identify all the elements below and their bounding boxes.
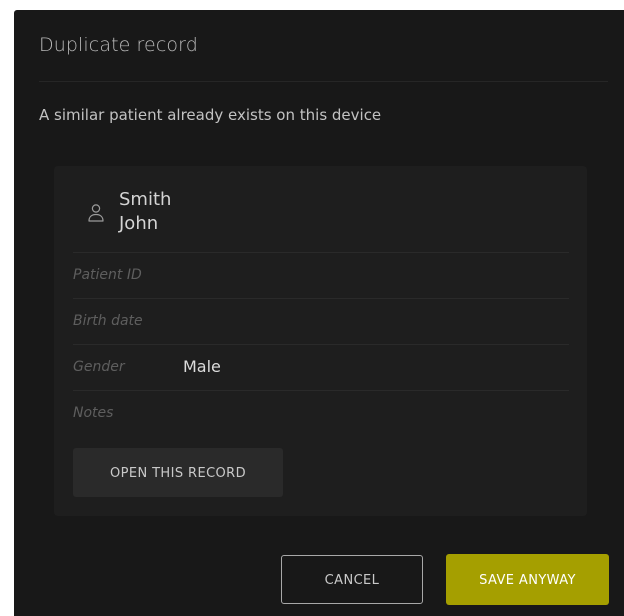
field-row-patient-id: Patient ID bbox=[73, 253, 569, 299]
title-divider bbox=[39, 81, 608, 82]
existing-record-card: Smith John Patient ID Birth date Gender … bbox=[54, 166, 587, 516]
patient-first-name: John bbox=[119, 213, 159, 234]
patient-last-name: Smith bbox=[119, 189, 172, 210]
field-label: Patient ID bbox=[73, 267, 142, 283]
field-label: Notes bbox=[73, 405, 114, 421]
patient-name: Smith John bbox=[119, 188, 171, 236]
cancel-button[interactable]: CANCEL bbox=[281, 555, 423, 604]
dialog-title: Duplicate record bbox=[39, 34, 198, 56]
field-label: Gender bbox=[73, 359, 125, 375]
field-label: Birth date bbox=[73, 313, 143, 329]
dialog-message: A similar patient already exists on this… bbox=[39, 106, 382, 124]
field-value: Male bbox=[183, 357, 221, 376]
field-row-notes: Notes bbox=[73, 391, 569, 437]
save-anyway-button[interactable]: SAVE ANYWAY bbox=[446, 554, 609, 605]
field-row-gender: Gender Male bbox=[73, 345, 569, 391]
duplicate-record-dialog: Duplicate record A similar patient alrea… bbox=[14, 10, 624, 616]
field-row-birth-date: Birth date bbox=[73, 299, 569, 345]
open-record-button[interactable]: OPEN THIS RECORD bbox=[73, 448, 283, 497]
person-icon bbox=[87, 202, 105, 224]
patient-header: Smith John bbox=[73, 188, 569, 244]
